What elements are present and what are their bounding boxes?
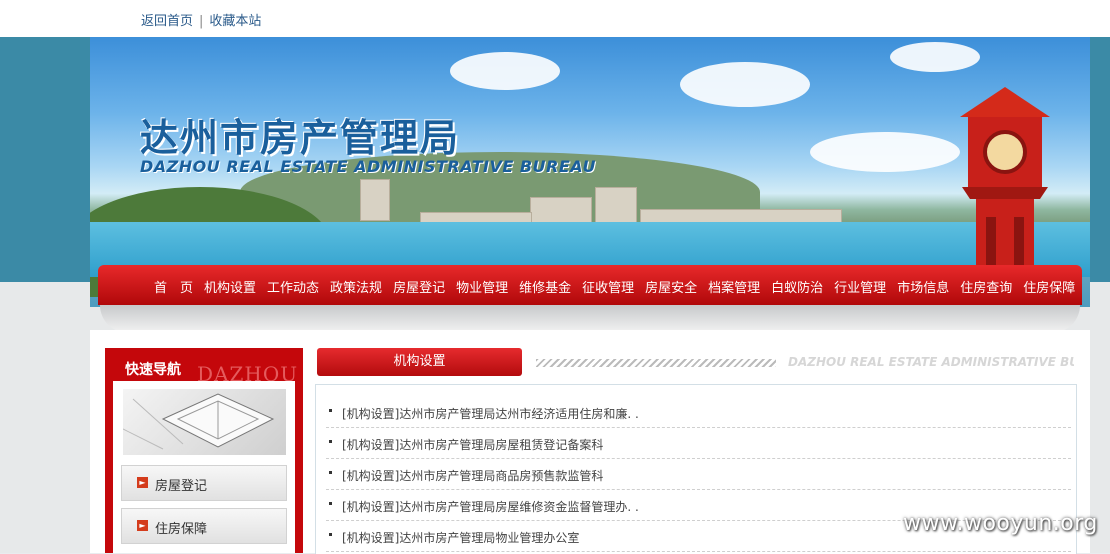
list-item-text: [机构设置]达州市房产管理局物业管理办公室 [342,531,580,545]
tab-organization[interactable]: 机构设置 [317,348,522,376]
site-subtitle: DAZHOU REAL ESTATE ADMINISTRATIVE BUREAU [140,157,596,176]
floor-plan-icon [123,393,275,450]
nav-item-termite-control[interactable]: 白蚁防治 [771,281,823,296]
top-links: 返回首页 | 收藏本站 [141,10,261,29]
list-item[interactable]: [机构设置]达州市房产管理局房屋租赁登记备案科 [326,428,1071,459]
nav-item-industry-management[interactable]: 行业管理 [834,281,886,296]
list-item-text: [机构设置]达州市房产管理局房屋维修资金监督管理办. . [342,500,639,514]
quick-nav-button-label: 住房保障 [155,522,208,537]
banner-swoosh [100,305,1080,333]
nav-item-housing-security[interactable]: 住房保障 [1023,281,1075,296]
nav-item-work-news[interactable]: 工作动态 [267,281,319,296]
bullet-icon [329,471,332,474]
top-bar: 返回首页 | 收藏本站 [0,0,1110,38]
blueprint-image [123,389,286,455]
list-item-text: [机构设置]达州市房产管理局房屋租赁登记备案科 [342,438,604,452]
cloud [810,132,960,172]
nav-item-organization[interactable]: 机构设置 [204,281,256,296]
nav-item-home[interactable]: 首 页 [154,281,193,296]
nav-list: 首 页机构设置 工作动态 政策法规 房屋登记 物业管理 维修基金 征收管理 房屋安全 档案管理白… [154,277,1086,296]
nav-item-archives[interactable]: 档案管理 [708,281,760,296]
nav-item-policies[interactable]: 政策法规 [330,281,382,296]
nav-item-property-management[interactable]: 物业管理 [456,281,508,296]
decorative-stripes [536,359,776,367]
nav-item-housing-query[interactable]: 住房查询 [960,281,1012,296]
bullet-icon [329,409,332,412]
quick-nav-housing-registration-button[interactable]: ► 房屋登记 [121,465,287,501]
bookmark-link[interactable]: 收藏本站 [209,14,261,29]
nav-item-expropriation[interactable]: 征收管理 [582,281,634,296]
list-item-text: [机构设置]达州市房产管理局达州市经济适用住房和廉. . [342,407,639,421]
cloud [450,52,560,90]
bullet-icon [329,502,332,505]
quick-nav-body: ► 房屋登记 ► 住房保障 [113,381,295,553]
quick-nav-title: 快速导航 [125,362,181,378]
quick-nav-housing-security-button[interactable]: ► 住房保障 [121,508,287,544]
quick-nav-panel: DAZHOU 快速导航 ► 房屋登记 ► 住房保障 [105,348,303,553]
header-banner: 达州市房产管理局 DAZHOU REAL ESTATE ADMINISTRATI… [90,37,1090,307]
cloud [890,42,980,72]
bullet-icon [329,533,332,536]
nav-item-maintenance-fund[interactable]: 维修基金 [519,281,571,296]
building [360,179,390,221]
list-item-text: [机构设置]达州市房产管理局商品房预售款监管科 [342,469,604,483]
site-title: 达州市房产管理局 [140,115,461,160]
main-nav: 首 页机构设置 工作动态 政策法规 房屋登记 物业管理 维修基金 征收管理 房屋安全 档案管理白… [98,265,1082,305]
nav-item-housing-registration[interactable]: 房屋登记 [393,281,445,296]
list-item[interactable]: [机构设置]达州市房产管理局达州市经济适用住房和廉. . [326,397,1071,428]
quick-nav-button-label: 房屋登记 [155,479,208,494]
cloud [680,62,810,107]
section-watermark: DAZHOU REAL ESTATE ADMINISTRATIVE BUREAU [788,355,1074,369]
nav-item-housing-safety[interactable]: 房屋安全 [645,281,697,296]
list-item[interactable]: [机构设置]达州市房产管理局商品房预售款监管科 [326,459,1071,490]
home-link[interactable]: 返回首页 [141,14,193,29]
bullet-icon [329,440,332,443]
site-watermark: www.wooyun.org [903,511,1098,536]
arrow-right-icon: ► [137,477,148,488]
top-separator: | [199,14,204,29]
arrow-right-icon: ► [137,520,148,531]
nav-item-market-info[interactable]: 市场信息 [897,281,949,296]
